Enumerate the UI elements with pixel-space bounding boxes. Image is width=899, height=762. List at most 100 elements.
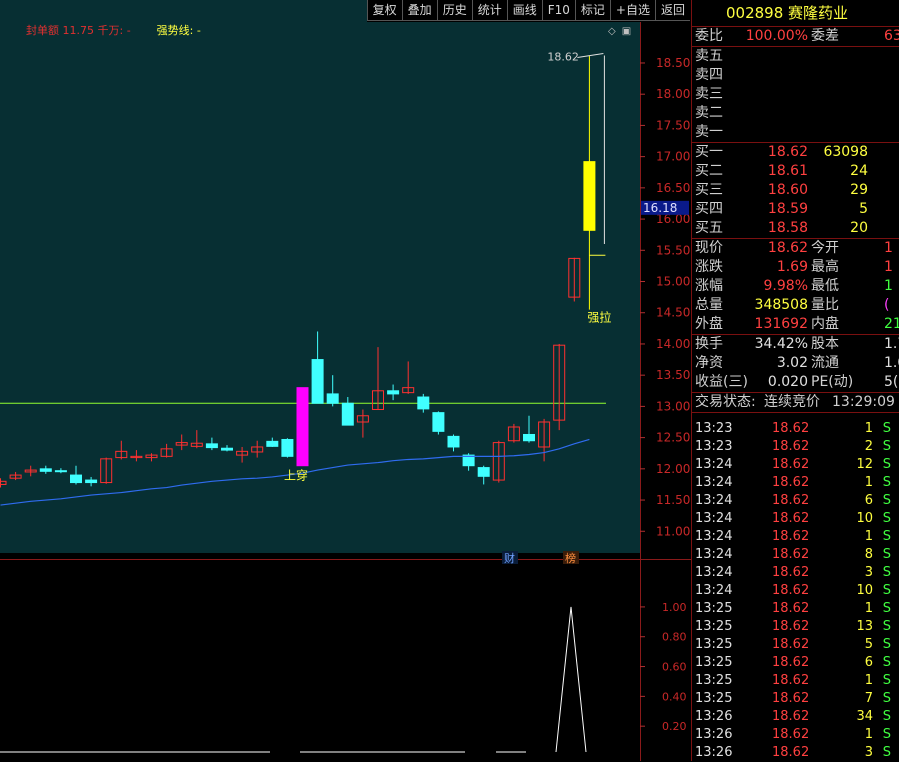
tick-time: 13:24 <box>695 547 733 562</box>
price-tick-label: 13.50 <box>656 368 690 382</box>
candle-body <box>583 161 596 231</box>
back-button[interactable]: 返回 <box>654 0 690 21</box>
tick-row: 13:26 18.62 1 S <box>692 726 899 744</box>
tick-time: 13:25 <box>695 691 733 706</box>
tick-volume: 8 <box>864 547 873 562</box>
tick-price: 18.62 <box>772 691 810 706</box>
annotation-strong-pull: 强拉 <box>587 310 611 325</box>
tick-volume: 2 <box>864 439 873 454</box>
quote-row: 总量 348508 量比( <box>695 297 890 313</box>
tick-side: S <box>882 511 891 526</box>
tick-volume: 3 <box>864 745 873 760</box>
tick-price: 18.62 <box>772 619 810 634</box>
stat-row: 换手34.42%股本1.7 <box>695 336 899 352</box>
candle-body <box>85 479 98 484</box>
tick-price: 18.62 <box>772 583 810 598</box>
tick-side: S <box>882 745 891 760</box>
stock-title: 002898 赛隆药业 <box>692 0 899 27</box>
overlay-button[interactable]: 叠加 <box>401 0 437 21</box>
draw-line-button[interactable]: 画线 <box>506 0 542 21</box>
tick-time: 13:23 <box>695 421 733 436</box>
candle-body <box>311 359 324 404</box>
tick-side: S <box>882 547 891 562</box>
candle-body <box>296 387 309 467</box>
price-tick-label: 18.00 <box>656 87 690 101</box>
indicator-tick-label: 0.80 <box>662 631 687 644</box>
quote-panel: 002898 赛隆药业 委比 100.00% 委差 63 卖五 卖四 卖三 卖二… <box>691 0 899 761</box>
tick-time: 13:24 <box>695 511 733 526</box>
buy-level: 买五 18.58 20 <box>692 219 899 239</box>
rank-badge: 榜 <box>565 551 576 565</box>
tick-side: S <box>882 637 891 652</box>
candle-body <box>205 443 218 449</box>
tick-time: 13:24 <box>695 583 733 598</box>
buy-level: 买三 18.60 29 <box>695 182 868 198</box>
window-icon[interactable]: ▣ <box>622 26 631 37</box>
candle-body <box>387 390 400 395</box>
tick-side: S <box>882 601 891 616</box>
indicator-tick-label: 0.60 <box>662 661 687 674</box>
tick-row: 13:25 18.62 6 S <box>692 654 899 672</box>
trade-status: 交易状态: 连续竞价 13:29:09 <box>692 393 899 413</box>
history-button[interactable]: 历史 <box>436 0 472 21</box>
tick-volume: 3 <box>864 565 873 580</box>
tick-volume: 13 <box>856 619 873 634</box>
tick-time: 13:25 <box>695 673 733 688</box>
indicator-tick-label: 0.20 <box>662 720 687 733</box>
tick-row: 13:24 18.62 3 S <box>692 564 899 582</box>
tick-side: S <box>882 691 891 706</box>
tick-volume: 1 <box>864 421 873 436</box>
sealed-amount: 封单额 11.75 千万: - <box>26 24 131 37</box>
order-ratio-row: 委比 100.00% 委差 63 <box>692 27 899 47</box>
quote-row: 涨跌 1.69 最高 1 <box>695 259 893 275</box>
quote-row: 现价 18.62 今开 1 <box>695 240 893 256</box>
tick-time: 13:25 <box>695 655 733 670</box>
tick-row: 13:24 18.62 12 S <box>692 456 899 474</box>
tick-row: 13:24 18.62 8 S <box>692 546 899 564</box>
tick-price: 18.62 <box>772 727 810 742</box>
candle-body <box>39 468 52 472</box>
tick-row: 13:24 18.62 10 S <box>692 582 899 600</box>
chart-corner-icons: ◇ ▣ <box>608 26 631 37</box>
tick-time: 13:25 <box>695 637 733 652</box>
tick-time: 13:26 <box>695 745 733 760</box>
buy-levels: 买一 18.62 63098 买二 18.61 24 买三 18.60 29 买四 18.59… <box>692 143 899 239</box>
price-tick-label: 13.00 <box>656 399 690 413</box>
restore-rights-button[interactable]: 复权 <box>366 0 402 21</box>
tick-row: 13:25 18.62 13 S <box>692 618 899 636</box>
tick-time: 13:24 <box>695 457 733 472</box>
chart-toolbar: 复权 叠加 历史 统计 画线 F10 标记 +自选 返回 <box>366 0 690 22</box>
price-tick-label: 11.50 <box>656 493 690 507</box>
candle-body <box>417 396 430 410</box>
tick-side: S <box>882 565 891 580</box>
tick-list[interactable]: 13:23 18.62 1 S 13:23 18.62 2 S 13:24 18.62 12 S 13:… <box>692 420 899 762</box>
annotation-cross-up: 上穿 <box>284 468 308 483</box>
tick-side: S <box>882 529 891 544</box>
tick-price: 18.62 <box>772 421 810 436</box>
price-tick-label: 14.00 <box>656 337 690 351</box>
tick-row: 13:25 18.62 1 S <box>692 600 899 618</box>
finance-badge: 财 <box>504 551 515 565</box>
sell-level: 卖一 <box>692 123 899 143</box>
diamond-icon[interactable]: ◇ <box>608 26 616 37</box>
tick-time: 13:25 <box>695 601 733 616</box>
tick-row: 13:24 18.62 1 S <box>692 474 899 492</box>
tick-side: S <box>882 709 891 724</box>
price-tick-label: 18.50 <box>656 56 690 70</box>
tick-volume: 1 <box>864 529 873 544</box>
sell-level: 卖四 <box>695 67 723 83</box>
tick-volume: 10 <box>856 511 873 526</box>
candle-body <box>477 467 490 477</box>
tick-price: 18.62 <box>772 601 810 616</box>
candle-body <box>341 402 354 426</box>
f10-button[interactable]: F10 <box>541 0 575 21</box>
tick-row: 13:25 18.62 7 S <box>692 690 899 708</box>
tick-time: 13:26 <box>695 709 733 724</box>
tick-price: 18.62 <box>772 457 810 472</box>
tick-side: S <box>882 439 891 454</box>
statistics-button[interactable]: 统计 <box>471 0 507 21</box>
indicator-tick-label: 0.40 <box>662 690 687 703</box>
candle-body <box>523 433 535 442</box>
mark-button[interactable]: 标记 <box>574 0 610 21</box>
add-watchlist-button[interactable]: +自选 <box>609 0 655 21</box>
